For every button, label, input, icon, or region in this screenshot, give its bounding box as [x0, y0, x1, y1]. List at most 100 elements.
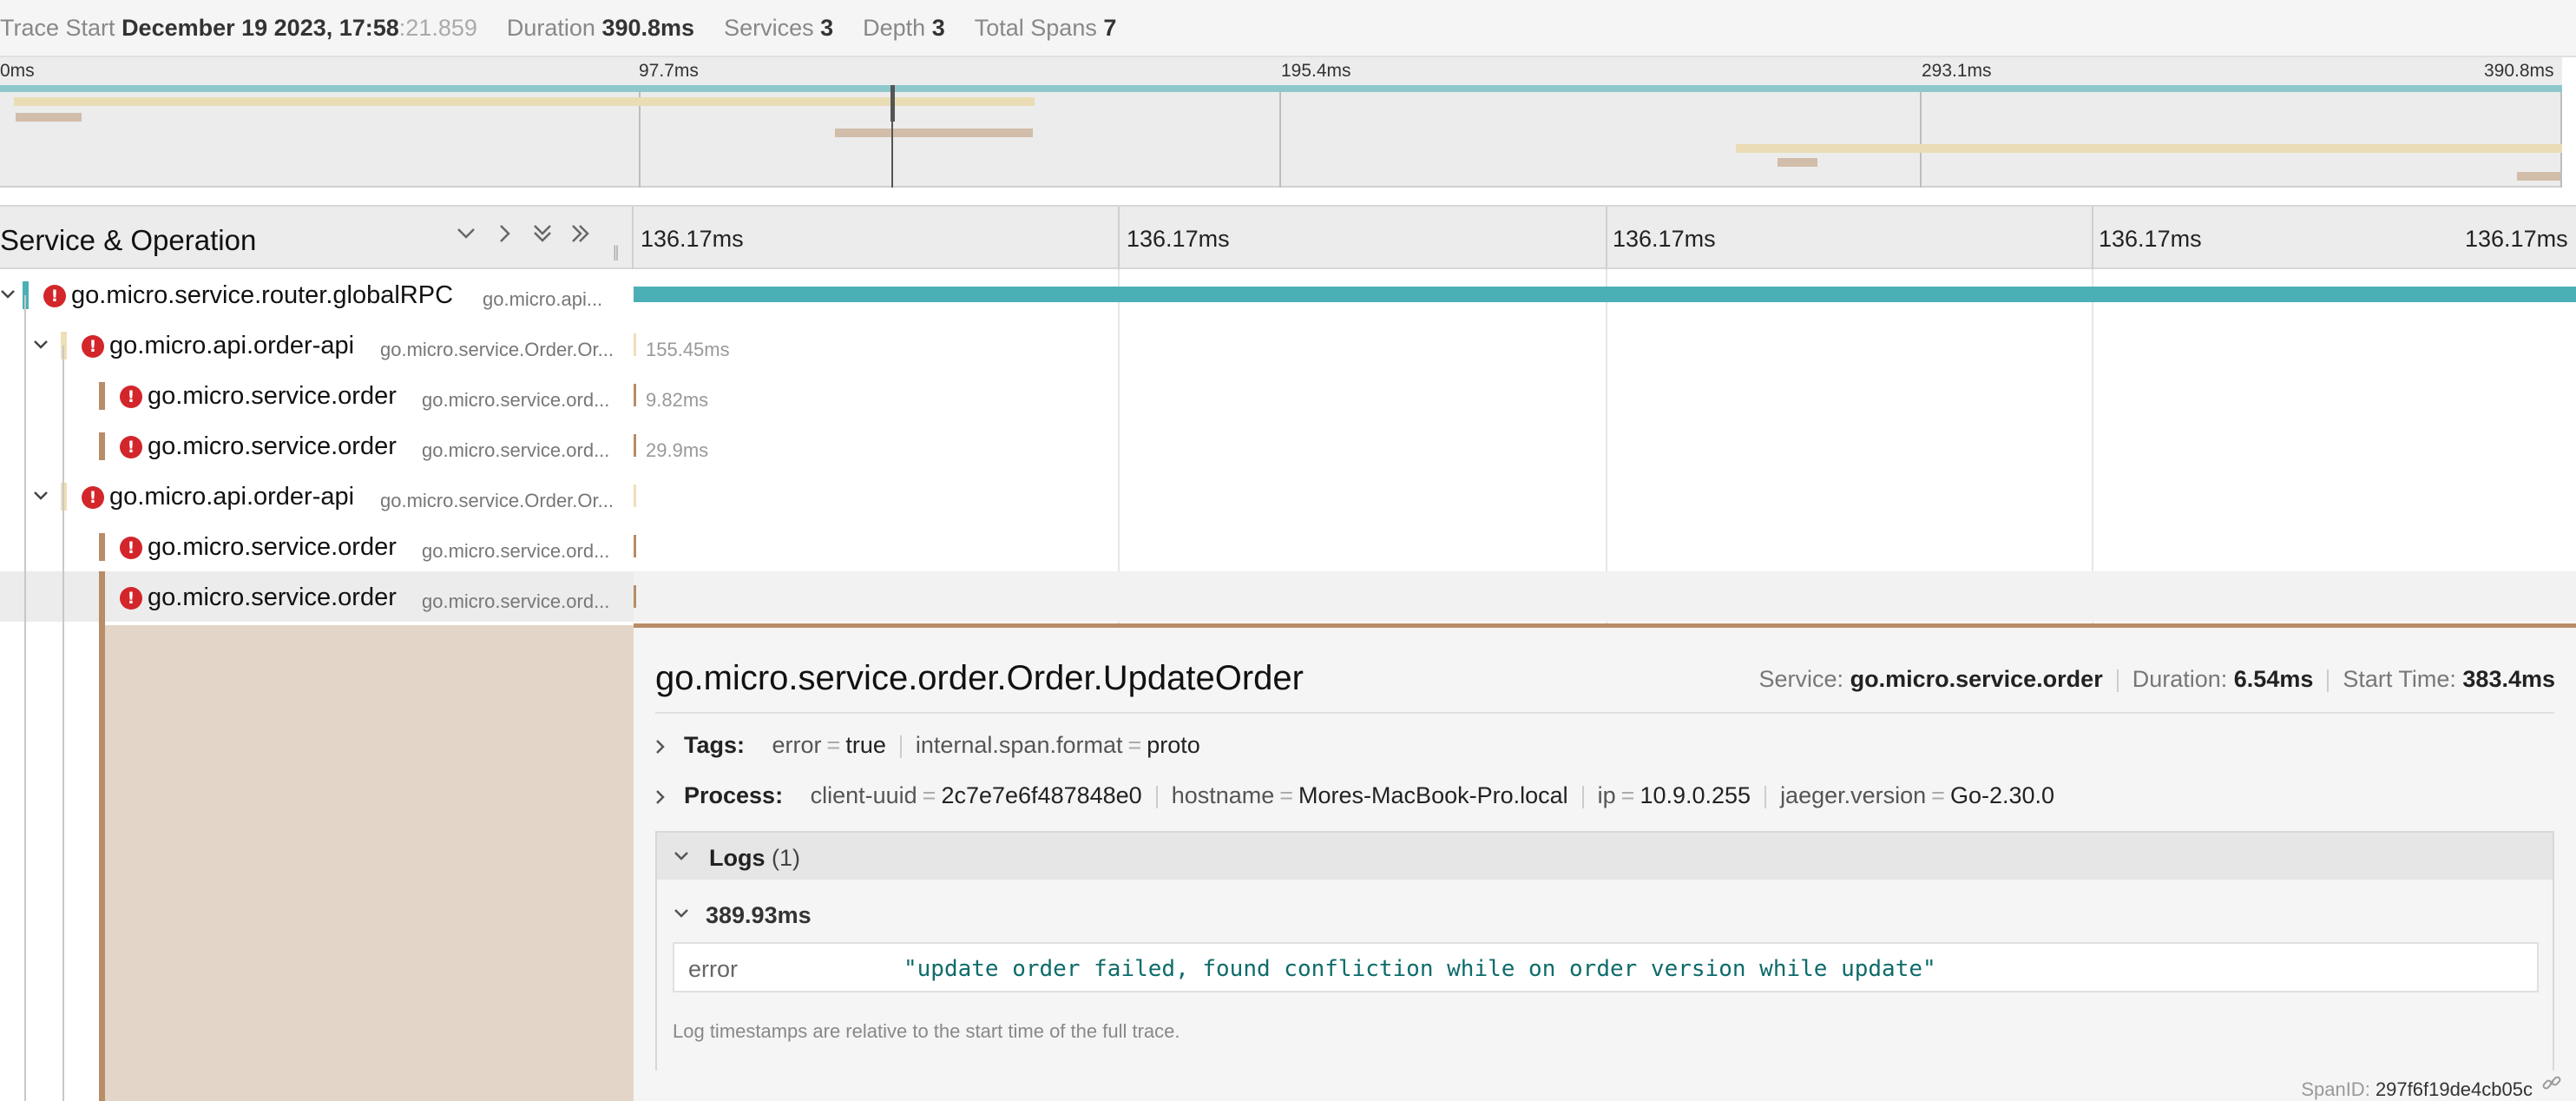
operation-name: go.micro.api...	[483, 288, 603, 310]
span-name-cell[interactable]: ! go.micro.api.order-api go.micro.servic…	[0, 320, 634, 370]
minimap-tick: 293.1ms	[1922, 61, 1992, 81]
process-row[interactable]: Process: client-uuid = 2c7e7e6f487848e0 hos…	[656, 782, 2055, 809]
service-name: go.micro.service.order	[148, 533, 397, 561]
tag-key: error	[772, 732, 822, 758]
span-bar[interactable]	[634, 384, 636, 406]
span-id-label: SpanID:	[2301, 1078, 2370, 1100]
process-value: Mores-MacBook-Pro.local	[1298, 782, 1568, 808]
minimap-span-api-1	[14, 97, 1035, 106]
chevron-down-icon[interactable]	[673, 843, 690, 875]
operation-name: go.micro.service.ord...	[422, 540, 610, 562]
link-icon[interactable]	[2541, 1072, 2562, 1099]
trace-start-label: Trace Start	[0, 14, 115, 41]
process-key: ip	[1597, 782, 1616, 808]
chevron-right-icon[interactable]	[493, 221, 516, 254]
operation-name: go.micro.service.ord...	[422, 439, 610, 461]
span-row[interactable]: ! go.micro.api.order-api go.micro.servic…	[0, 320, 2576, 370]
double-chevron-down-icon[interactable]	[531, 221, 554, 254]
span-name-cell[interactable]: ! go.micro.service.order go.micro.servic…	[0, 521, 634, 571]
trace-total-spans: Total Spans 7	[975, 15, 1117, 42]
span-name-cell[interactable]: ! go.micro.service.router.globalRPC go.m…	[0, 269, 634, 320]
log-timestamp[interactable]: 389.93ms	[706, 902, 812, 929]
timeline-gridline	[2092, 207, 2093, 271]
operation-name: go.micro.service.ord...	[422, 389, 610, 411]
span-view-cell[interactable]	[634, 471, 2576, 521]
duration-value: 6.54ms	[2233, 666, 2314, 692]
trace-duration: Duration 390.8ms	[507, 15, 694, 42]
duration-label: Duration	[506, 14, 595, 41]
span-row[interactable]: ! go.micro.service.order go.micro.servic…	[0, 521, 2576, 571]
span-view-cell[interactable]	[634, 269, 2576, 320]
chevron-down-icon[interactable]	[455, 221, 477, 254]
service-name: go.micro.api.order-api	[109, 332, 355, 359]
log-note: Log timestamps are relative to the start…	[673, 1020, 1180, 1042]
span-view-cell[interactable]: 29.9ms	[634, 420, 2576, 471]
minimap-scrubber-handle[interactable]	[890, 85, 895, 122]
span-bar[interactable]	[634, 535, 636, 557]
start-time-value: 383.4ms	[2462, 666, 2555, 692]
detail-divider	[655, 712, 2554, 714]
column-resize-handle[interactable]: ||	[613, 243, 620, 261]
service-color-bar	[99, 432, 105, 460]
span-view-cell[interactable]: 9.82ms	[634, 370, 2576, 420]
span-row[interactable]: ! go.micro.service.router.globalRPC go.m…	[0, 269, 2576, 320]
minimap-span-order-1	[16, 113, 82, 122]
timeline-gridline	[1118, 207, 1120, 271]
minimap-span-router	[0, 85, 2562, 92]
chevron-down-icon[interactable]	[673, 900, 690, 931]
error-icon: !	[120, 587, 142, 610]
service-value: go.micro.service.order	[1850, 666, 2103, 692]
span-bar[interactable]	[634, 287, 2576, 302]
span-name-cell[interactable]: ! go.micro.service.order go.micro.servic…	[0, 370, 634, 420]
span-bar[interactable]	[634, 585, 636, 608]
service-label: Service:	[1758, 666, 1844, 692]
minimap-span-order-4	[2517, 172, 2560, 181]
span-bar[interactable]	[634, 333, 636, 356]
double-chevron-right-icon[interactable]	[569, 221, 592, 254]
span-name-cell[interactable]: ! go.micro.service.order go.micro.servic…	[0, 420, 634, 471]
span-name-cell[interactable]: ! go.micro.api.order-api go.micro.servic…	[0, 471, 634, 521]
chevron-down-icon[interactable]	[33, 483, 49, 515]
service-name: go.micro.service.order	[148, 382, 397, 410]
chevron-right-icon[interactable]	[653, 734, 668, 766]
logs-count: (1)	[772, 845, 800, 871]
process-pair: jaeger.version = Go-2.30.0	[1780, 782, 2055, 808]
start-time-label: Start Time:	[2343, 666, 2456, 692]
span-row[interactable]: ! go.micro.api.order-api go.micro.servic…	[0, 471, 2576, 521]
span-view-cell[interactable]: 155.45ms	[634, 320, 2576, 370]
chevron-right-icon[interactable]	[653, 784, 668, 816]
span-duration-label: 29.9ms	[646, 439, 709, 461]
log-field-key: error	[688, 956, 739, 982]
trace-depth: Depth 3	[863, 15, 945, 42]
trace-start-seconds: :21.859	[398, 14, 477, 41]
span-view-cell[interactable]	[634, 521, 2576, 571]
tag-value: true	[845, 732, 886, 758]
operation-name: go.micro.service.ord...	[422, 590, 610, 612]
minimap-tick: 97.7ms	[639, 61, 699, 81]
trace-minimap[interactable]: 0ms 97.7ms 195.4ms 293.1ms 390.8ms	[0, 57, 2562, 188]
span-row[interactable]: ! go.micro.service.order go.micro.servic…	[0, 370, 2576, 420]
span-view-cell[interactable]	[634, 571, 2576, 622]
span-bar[interactable]	[634, 434, 636, 457]
span-row[interactable]: ! go.micro.service.order go.micro.servic…	[0, 420, 2576, 471]
tree-guide-line	[62, 625, 64, 1101]
error-icon: !	[120, 537, 142, 559]
tag-pair: internal.span.format = proto	[915, 732, 1200, 758]
chevron-down-icon[interactable]	[0, 281, 16, 313]
log-field-value: "update order failed, found confliction …	[904, 956, 1936, 982]
span-bar[interactable]	[634, 485, 636, 507]
depth-value: 3	[931, 14, 945, 41]
timeline-tick: 136.17ms	[2099, 226, 2202, 252]
span-row-selected[interactable]: ! go.micro.service.order go.micro.servic…	[0, 571, 2576, 622]
logs-header[interactable]: Logs (1)	[655, 831, 2554, 881]
timeline-gridline	[1606, 207, 1607, 271]
minimap-tick: 390.8ms	[2484, 61, 2554, 81]
timeline-tick: 136.17ms	[1613, 226, 1716, 252]
span-duration-label: 155.45ms	[646, 339, 730, 360]
chevron-down-icon[interactable]	[33, 332, 49, 364]
error-icon: !	[82, 335, 104, 358]
process-key: hostname	[1171, 782, 1275, 808]
error-icon: !	[82, 486, 104, 509]
span-name-cell[interactable]: ! go.micro.service.order go.micro.servic…	[0, 571, 634, 622]
tags-row[interactable]: Tags: error = true internal.span.format = pro…	[656, 732, 1200, 759]
